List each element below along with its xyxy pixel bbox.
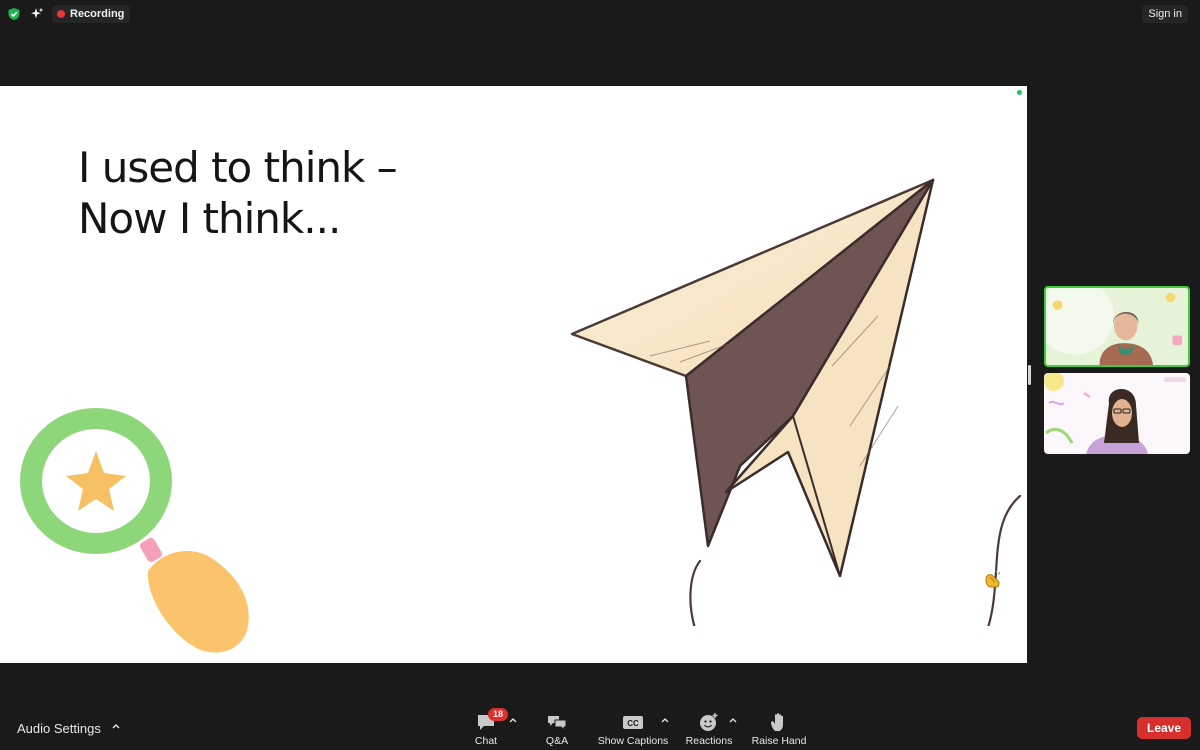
chevron-up-icon[interactable] xyxy=(508,715,518,725)
paper-plane-illustration xyxy=(570,178,1022,626)
magnifier-illustration xyxy=(20,408,249,653)
raise-hand-button[interactable]: Raise Hand xyxy=(750,706,808,750)
raise-hand-label: Raise Hand xyxy=(751,735,807,747)
reactions-icon xyxy=(700,713,718,731)
participant-video-tile-2[interactable] xyxy=(1044,373,1190,454)
shared-screen: I used to think – Now I think... xyxy=(0,86,1027,663)
slide-title-line-1: I used to think – xyxy=(78,143,398,192)
chevron-up-icon[interactable] xyxy=(728,715,738,725)
participant-video-2 xyxy=(1044,373,1190,454)
chevron-up-icon[interactable] xyxy=(110,720,122,732)
meeting-controls-bar: Audio Settings Chat Q&A CC Show Captions xyxy=(0,706,1200,750)
raise-hand-icon xyxy=(771,713,783,731)
captions-icon: CC xyxy=(623,716,643,729)
reactions-button[interactable]: Reactions xyxy=(684,706,734,750)
slide-title: I used to think – Now I think... xyxy=(78,142,398,244)
share-status-dot xyxy=(1017,90,1022,95)
sign-in-button[interactable]: Sign in xyxy=(1142,5,1188,23)
captions-icon-text: CC xyxy=(627,719,639,728)
chat-label: Chat xyxy=(474,735,498,747)
clapping-hands-icon xyxy=(985,569,1001,588)
top-bar: Recording Sign in xyxy=(0,0,1200,28)
show-captions-button[interactable]: CC Show Captions xyxy=(596,706,670,750)
chat-unread-badge: 18 xyxy=(488,708,508,721)
recording-dot-icon xyxy=(57,10,65,18)
qa-label: Q&A xyxy=(545,735,569,747)
shield-check-icon[interactable] xyxy=(7,7,21,21)
qa-button[interactable]: Q&A xyxy=(541,706,573,750)
show-captions-label: Show Captions xyxy=(597,735,669,747)
recording-label: Recording xyxy=(70,8,125,20)
participant-video-tile-1[interactable] xyxy=(1044,286,1190,367)
chevron-up-icon[interactable] xyxy=(660,715,670,725)
sparkle-icon[interactable] xyxy=(30,7,44,21)
panel-resize-handle[interactable] xyxy=(1028,365,1031,385)
recording-indicator[interactable]: Recording xyxy=(52,5,131,23)
qa-icon xyxy=(548,716,567,732)
audio-settings-button[interactable]: Audio Settings xyxy=(17,721,101,736)
slide-title-line-2: Now I think... xyxy=(78,194,341,243)
participant-video-1 xyxy=(1046,288,1188,365)
leave-button[interactable]: Leave xyxy=(1137,717,1191,739)
reactions-label: Reactions xyxy=(685,735,733,747)
